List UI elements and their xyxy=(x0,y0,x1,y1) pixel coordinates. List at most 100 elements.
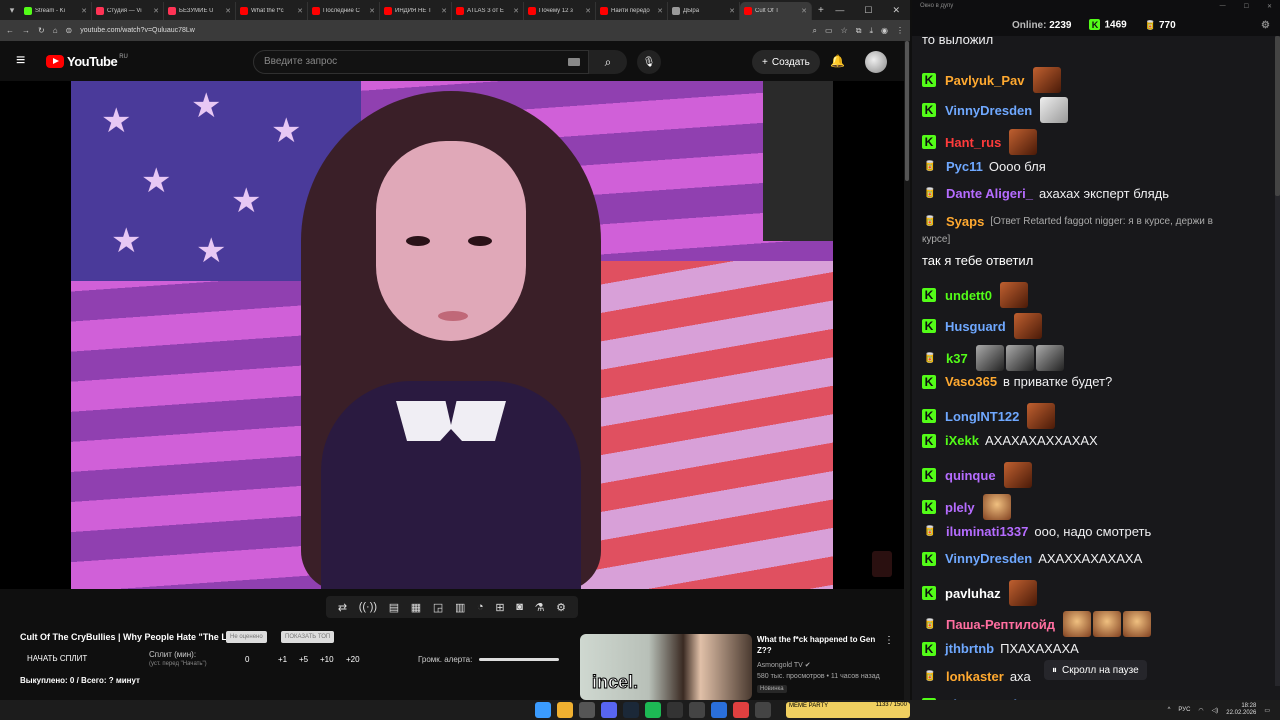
recommended-video-thumbnail[interactable]: incel. xyxy=(580,634,752,700)
bookmark-star-icon[interactable]: ☆ xyxy=(841,26,848,35)
browser-tab[interactable]: Студия — Vi ✕ xyxy=(92,2,164,20)
recommended-video-title[interactable]: What the f*ck happened to Gen Z?? xyxy=(757,634,877,656)
chat-username[interactable]: Syaps xyxy=(946,214,984,229)
tab-close-icon[interactable]: ✕ xyxy=(369,7,375,15)
youtube-logo[interactable]: YouTube RU xyxy=(46,54,128,69)
search-button[interactable]: ⌕ xyxy=(589,50,627,74)
chat-username[interactable]: VinnyDresden xyxy=(945,103,1032,118)
chat-username[interactable]: iXekk xyxy=(945,433,979,448)
show-top-chip[interactable]: ПОКАЗАТЬ ТОП xyxy=(281,631,335,643)
pip-icon[interactable]: ◲ xyxy=(433,601,443,614)
playlist-icon[interactable]: ▤ xyxy=(389,601,399,614)
chat-username[interactable]: quinque xyxy=(945,468,996,483)
browser-tab[interactable]: БЕЗУМИЕ U ✕ xyxy=(164,2,236,20)
obs-icon[interactable] xyxy=(667,702,683,718)
search-input[interactable]: Введите запрос xyxy=(253,50,589,74)
app-icon[interactable] xyxy=(733,702,749,718)
gear-icon[interactable]: ⚙ xyxy=(556,601,566,614)
back-icon[interactable]: ← xyxy=(6,26,14,35)
video-player[interactable]: ★ ★ ★ ★ ★ ★ ★ xyxy=(0,81,904,589)
alert-volume-slider[interactable] xyxy=(479,658,559,661)
windows-start-icon[interactable] xyxy=(535,702,551,718)
app-icon[interactable] xyxy=(711,702,727,718)
maximize-icon[interactable]: ☐ xyxy=(864,5,872,16)
close-icon[interactable]: ✕ xyxy=(892,5,900,16)
new-tab-button[interactable]: + xyxy=(818,5,824,16)
spotify-icon[interactable] xyxy=(645,702,661,718)
settings-icon[interactable]: ⚙ xyxy=(1261,20,1270,31)
chat-username[interactable]: iluminati1337 xyxy=(946,524,1028,539)
video-frame[interactable]: ★ ★ ★ ★ ★ ★ ★ xyxy=(71,81,833,589)
browser-tab[interactable]: ИНДИЯ НЕ Т ✕ xyxy=(380,2,452,20)
chat-username[interactable]: jthbrtnb xyxy=(945,641,994,656)
recommended-channel[interactable]: Asmongold TV ✔ xyxy=(757,661,811,669)
tab-close-icon[interactable]: ✕ xyxy=(729,7,735,15)
browser-tab[interactable]: Последние С ✕ xyxy=(308,2,380,20)
scrollbar-thumb[interactable] xyxy=(905,41,909,181)
split-plus-10-button[interactable]: +10 xyxy=(320,655,334,664)
tab-close-icon[interactable]: ✕ xyxy=(81,7,87,15)
tray-chevron-icon[interactable]: ^ xyxy=(1168,707,1171,713)
menu-icon[interactable]: ⋮ xyxy=(896,26,904,35)
chat-username[interactable]: VinnyDresden xyxy=(945,551,1032,566)
cinema-icon[interactable]: ▥ xyxy=(455,601,465,614)
tab-search-icon[interactable]: ▾ xyxy=(4,5,20,16)
tab-close-icon[interactable]: ✕ xyxy=(441,7,447,15)
tab-close-icon[interactable]: ✕ xyxy=(585,7,591,15)
tab-close-icon[interactable]: ✕ xyxy=(153,7,159,15)
minimize-icon[interactable]: — xyxy=(1220,3,1226,11)
browser-tab[interactable]: Найти передо ✕ xyxy=(596,2,668,20)
keyboard-icon[interactable] xyxy=(568,58,580,66)
chat-username[interactable]: LongINT122 xyxy=(945,409,1019,424)
browser-tab[interactable]: Stream - Ki ✕ xyxy=(20,2,92,20)
avatar[interactable] xyxy=(865,51,887,73)
flask-icon[interactable]: ⚗ xyxy=(535,601,545,614)
browser-tab[interactable]: What the f*c ✕ xyxy=(236,2,308,20)
start-split-button[interactable]: НАЧАТЬ СПЛИТ xyxy=(27,654,87,663)
loop-icon[interactable]: ⇄ xyxy=(338,601,347,614)
minimize-icon[interactable]: — xyxy=(835,5,844,16)
profile-icon[interactable]: ◉ xyxy=(881,26,888,35)
home-icon[interactable]: ⌂ xyxy=(53,26,58,35)
wifi-icon[interactable]: ◠ xyxy=(1198,707,1203,714)
reload-icon[interactable]: ↻ xyxy=(38,26,45,35)
split-plus-5-button[interactable]: +5 xyxy=(299,655,308,664)
chat-username[interactable]: Vaso365 xyxy=(945,374,997,389)
tab-close-icon[interactable]: ✕ xyxy=(225,7,231,15)
app-icon[interactable] xyxy=(689,702,705,718)
chat-username[interactable]: plely xyxy=(945,500,975,515)
explorer-icon[interactable] xyxy=(579,702,595,718)
tab-close-icon[interactable]: ✕ xyxy=(297,7,303,15)
language-indicator[interactable]: РУС xyxy=(1178,707,1190,713)
page-scrollbar[interactable] xyxy=(904,41,910,700)
notification-icon[interactable]: ▭ xyxy=(1264,707,1270,714)
chat-username[interactable]: Hant_rus xyxy=(945,135,1001,150)
notifications-bell-icon[interactable]: 🔔 xyxy=(830,54,845,68)
chat-username[interactable]: Dante Aligeri_ xyxy=(946,186,1033,201)
more-options-icon[interactable]: ⋮ xyxy=(884,635,894,646)
extensions-icon[interactable]: ⧉ xyxy=(856,26,862,36)
forward-icon[interactable]: → xyxy=(22,26,30,35)
browser-tab[interactable]: ATLAS 3 от E ✕ xyxy=(452,2,524,20)
volume-icon[interactable]: ◁) xyxy=(1212,707,1219,714)
hamburger-menu-icon[interactable]: ≡ xyxy=(16,52,40,70)
tab-close-icon[interactable]: ✕ xyxy=(801,7,807,15)
close-icon[interactable]: ✕ xyxy=(1267,3,1272,11)
speed-icon[interactable]: ◔ xyxy=(477,601,484,613)
chat-username[interactable]: Pavlyuk_Pav xyxy=(945,73,1025,88)
chat-username[interactable]: Pyc11 xyxy=(946,159,983,174)
chat-username[interactable]: lonkaster xyxy=(946,669,1004,684)
discord-icon[interactable] xyxy=(601,702,617,718)
search-page-icon[interactable]: ⌕ xyxy=(813,26,817,36)
app-icon[interactable] xyxy=(755,702,771,718)
chat-username[interactable]: Husguard xyxy=(945,319,1006,334)
clock[interactable]: 18:28 22.02.2026 xyxy=(1226,703,1256,717)
camera-icon[interactable]: ◙ xyxy=(516,601,523,613)
add-icon[interactable]: ⊞ xyxy=(495,601,504,614)
rating-chip[interactable]: Не оценено xyxy=(226,631,267,643)
maximize-icon[interactable]: ☐ xyxy=(1244,3,1249,11)
tab-close-icon[interactable]: ✕ xyxy=(657,7,663,15)
site-info-icon[interactable]: ⊜ xyxy=(66,26,73,35)
steam-icon[interactable] xyxy=(623,702,639,718)
browser-tab[interactable]: Cult Of T ✕ xyxy=(740,2,812,20)
